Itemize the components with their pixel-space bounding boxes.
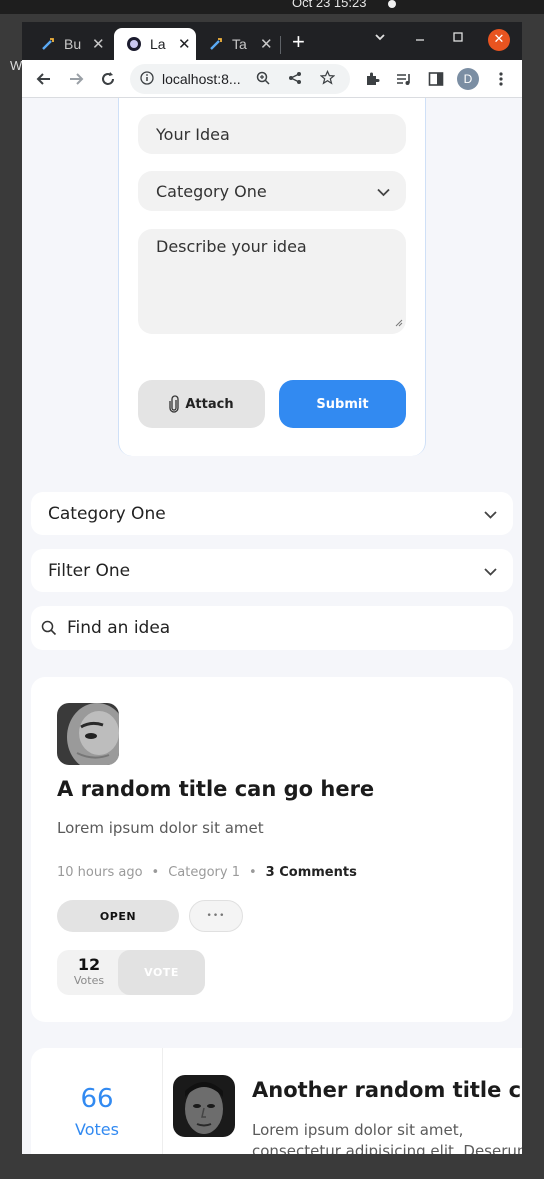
site-info-icon[interactable] — [140, 70, 154, 88]
tab-2-active[interactable]: La ✕ — [114, 28, 196, 60]
rocket-icon — [208, 36, 224, 52]
tab-3[interactable]: Ta ✕ — [196, 28, 278, 60]
other-filter-dropdown[interactable]: Filter One — [31, 549, 513, 592]
idea-description-textarea[interactable]: Describe your idea — [138, 229, 406, 334]
extensions-puzzle-icon[interactable] — [362, 69, 382, 89]
idea-description: Lorem ipsum dolor sit amet, consectetur … — [252, 1121, 522, 1154]
author-avatar — [173, 1075, 235, 1137]
tab-1[interactable]: Bu ✕ — [28, 28, 116, 60]
submit-label: Submit — [316, 396, 369, 412]
author-avatar — [57, 703, 119, 765]
chevron-down-icon — [484, 504, 497, 524]
menu-kebab-icon[interactable] — [491, 69, 511, 89]
idea-title[interactable]: A random title can go here — [57, 777, 374, 801]
attach-button[interactable]: Attach — [138, 380, 265, 428]
vote-count-label: Votes — [73, 974, 105, 987]
tab-strip: Bu ✕ La ✕ Ta ✕ + ✕ — [22, 22, 522, 60]
idea-title-input[interactable]: Your Idea — [138, 114, 406, 154]
tab-label: Ta — [232, 36, 247, 52]
os-clock: Oct 23 15:23 — [292, 0, 367, 10]
bookmark-star-icon[interactable] — [319, 69, 336, 88]
address-bar[interactable]: localhost:8... — [130, 64, 350, 94]
idea-comments-link[interactable]: 3 Comments — [266, 865, 357, 880]
category-select-value: Category One — [156, 181, 267, 201]
idea-card[interactable]: 66 Votes Another random title can go her… — [31, 1048, 522, 1154]
chevron-down-icon — [484, 561, 497, 581]
resize-handle-icon[interactable] — [395, 312, 403, 331]
more-options-button[interactable]: ••• — [189, 900, 243, 932]
idea-meta: 10 hours ago • Category 1 • 3 Comments — [57, 865, 357, 880]
idea-category: Category 1 — [168, 865, 240, 880]
vote-count-label: Votes — [75, 1120, 119, 1139]
window-close-button[interactable]: ✕ — [488, 29, 510, 51]
search-input[interactable]: Find an idea — [31, 606, 513, 650]
close-icon[interactable]: ✕ — [92, 35, 105, 53]
desktop-letter: W — [10, 58, 23, 73]
media-queue-icon[interactable] — [394, 69, 414, 89]
back-arrow-icon[interactable] — [34, 69, 54, 89]
page-content: Your Idea Category One Describe your ide… — [22, 98, 522, 1154]
vote-box: 12 Votes VOTE — [57, 950, 205, 995]
os-status-dot — [388, 0, 396, 8]
browser-window: Bu ✕ La ✕ Ta ✕ + ✕ localhost:8... D Your… — [22, 22, 522, 1154]
category-filter-dropdown[interactable]: Category One — [31, 492, 513, 535]
meta-separator: • — [249, 865, 257, 880]
search-icon — [41, 620, 57, 636]
os-top-bar: Oct 23 15:23 — [0, 0, 544, 14]
share-icon[interactable] — [288, 71, 302, 88]
close-icon[interactable]: ✕ — [260, 35, 273, 53]
zoom-icon[interactable] — [256, 71, 270, 88]
idea-title-placeholder: Your Idea — [156, 124, 230, 144]
new-tab-button[interactable]: + — [292, 31, 305, 53]
vote-count: 12 — [77, 955, 101, 974]
browser-toolbar: localhost:8... D — [22, 60, 522, 98]
tab-separator — [280, 36, 281, 54]
idea-time: 10 hours ago — [57, 865, 143, 880]
tab-search-icon[interactable] — [374, 30, 386, 48]
submit-button[interactable]: Submit — [279, 380, 406, 428]
maximize-icon[interactable] — [452, 30, 464, 48]
status-badge: OPEN — [57, 900, 179, 932]
rocket-icon — [40, 36, 56, 52]
reload-icon[interactable] — [98, 69, 118, 89]
tab-label: Bu — [64, 36, 82, 52]
url-text: localhost:8... — [162, 71, 241, 87]
forward-arrow-icon[interactable] — [66, 69, 86, 89]
chevron-down-icon — [377, 182, 390, 201]
category-filter-value: Category One — [48, 503, 166, 524]
attach-label: Attach — [185, 396, 234, 412]
other-filter-value: Filter One — [48, 560, 131, 581]
app-logo-icon — [126, 36, 142, 52]
tab-label: La — [150, 36, 166, 52]
meta-separator: • — [151, 865, 160, 880]
paperclip-icon — [169, 395, 180, 413]
close-icon[interactable]: ✕ — [178, 35, 191, 53]
vote-button[interactable]: VOTE — [118, 950, 205, 995]
vote-column: 66 Votes — [31, 1048, 163, 1154]
category-select[interactable]: Category One — [138, 171, 406, 211]
vote-count: 66 — [80, 1084, 114, 1114]
search-placeholder: Find an idea — [67, 618, 171, 638]
ellipsis-icon: ••• — [206, 911, 226, 921]
idea-title[interactable]: Another random title can go here — [252, 1078, 522, 1102]
idea-description-placeholder: Describe your idea — [156, 237, 307, 256]
profile-avatar[interactable]: D — [457, 68, 479, 90]
side-panel-icon[interactable] — [426, 69, 446, 89]
idea-card[interactable]: A random title can go here Lorem ipsum d… — [31, 677, 513, 1022]
minimize-icon[interactable] — [414, 30, 426, 48]
idea-description: Lorem ipsum dolor sit amet — [57, 819, 264, 837]
